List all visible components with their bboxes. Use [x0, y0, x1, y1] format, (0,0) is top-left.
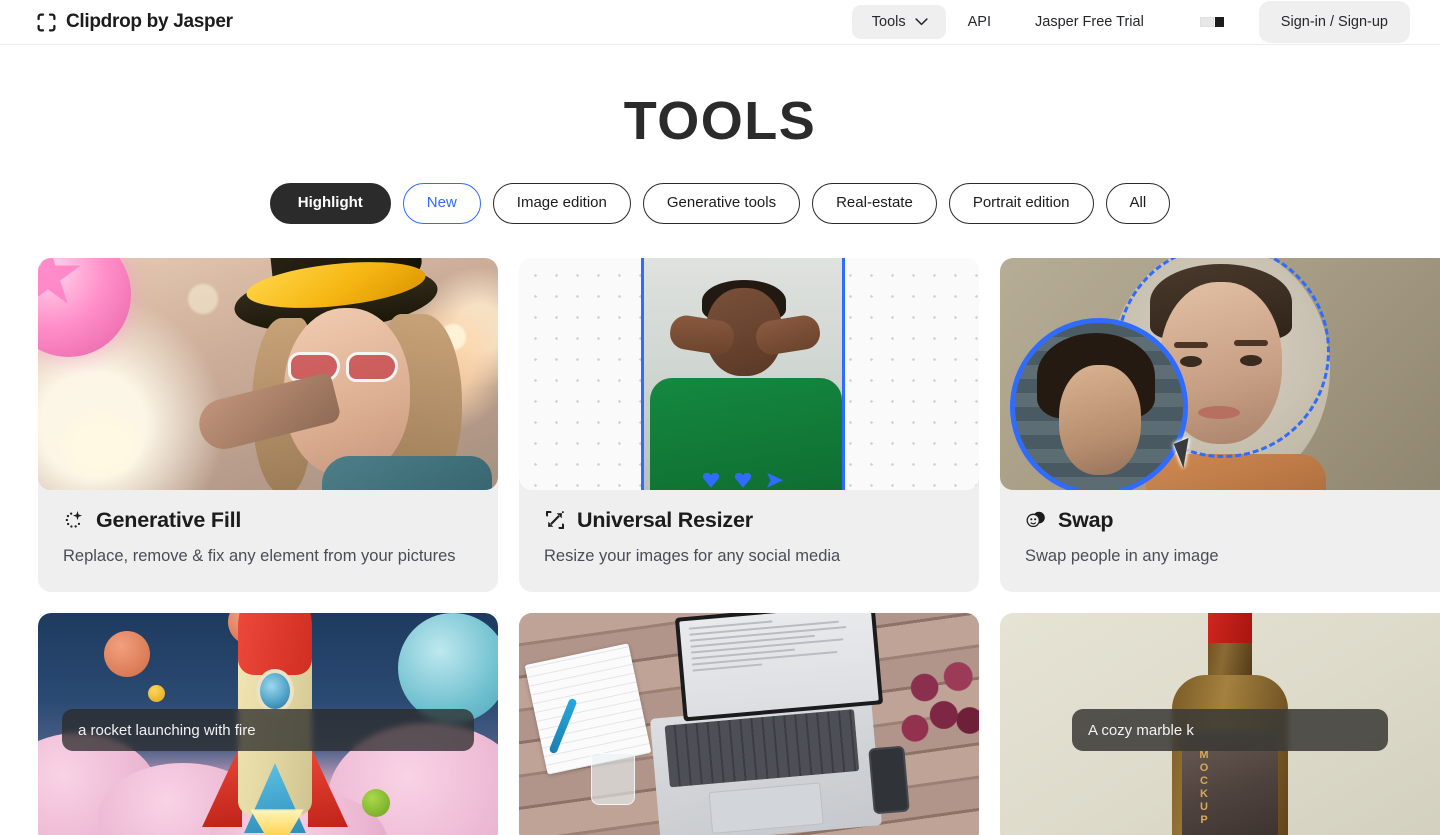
tool-card-title: Universal Resizer — [577, 507, 753, 532]
tool-card-generative-fill[interactable]: Generative Fill Replace, remove & fix an… — [38, 257, 498, 593]
tool-card-title-row: Universal Resizer — [544, 508, 954, 533]
tool-card-image-swap — [1000, 257, 1440, 490]
frame-brackets-icon — [37, 12, 56, 32]
filter-pill-highlight[interactable]: Highlight — [269, 183, 391, 224]
prompt-text: a rocket launching with fire — [78, 721, 256, 739]
tool-card-image-generative-fill — [38, 257, 498, 490]
nav-tools-label: Tools — [871, 14, 906, 30]
artwork-swap — [1000, 257, 1440, 490]
tool-card-title-row: Swap — [1025, 508, 1435, 533]
tool-card-text-to-image[interactable]: a rocket launching with fire — [38, 613, 498, 835]
brand-name: Clipdrop by Jasper — [66, 11, 233, 32]
filter-pill-image-edition[interactable]: Image edition — [492, 183, 631, 224]
sign-in-sign-up-button[interactable]: Sign-in / Sign-up — [1258, 1, 1410, 43]
face-swap-icon — [1026, 512, 1045, 528]
filter-pill-group: Highlight New Image edition Generative t… — [0, 183, 1440, 224]
app-header: Clipdrop by Jasper Tools API Jasper Free… — [0, 0, 1440, 45]
nav-jasper-free-trial-link[interactable]: Jasper Free Trial — [1013, 5, 1166, 39]
tool-card-description: Replace, remove & fix any element from y… — [63, 546, 456, 565]
tool-card-image-cleanup-desk — [519, 613, 979, 835]
tool-card-universal-resizer[interactable]: Universal Resizer Resize your images for… — [519, 257, 979, 593]
tool-card-title-row: Generative Fill — [63, 508, 473, 533]
page-title: TOOLS — [623, 91, 817, 151]
tool-card-body-swap: Swap Swap people in any image — [1000, 490, 1440, 592]
tool-card-body-generative-fill: Generative Fill Replace, remove & fix an… — [38, 490, 498, 592]
chevron-down-icon — [915, 18, 928, 26]
language-swatch-light — [1199, 17, 1214, 27]
filter-pill-portrait-edition[interactable]: Portrait edition — [948, 183, 1094, 224]
tool-card-description: Swap people in any image — [1025, 546, 1219, 565]
send-icon — [767, 472, 783, 488]
brand-logo[interactable]: Clipdrop by Jasper — [36, 11, 233, 33]
filter-pill-real-estate[interactable]: Real-estate — [812, 183, 937, 224]
bottle-label-text: MOCKUP — [1198, 749, 1210, 828]
tool-card-description: Resize your images for any social media — [544, 546, 841, 565]
artwork-rocket: a rocket launching with fire — [38, 613, 498, 835]
artwork-universal-resizer — [519, 257, 979, 490]
social-icons — [644, 472, 842, 488]
language-selector-icon[interactable] — [1199, 16, 1225, 28]
swap-source-selection — [1010, 317, 1188, 490]
heart-icon — [703, 472, 719, 488]
tools-grid: Generative Fill Replace, remove & fix an… — [0, 257, 1440, 835]
tool-card-title: Swap — [1058, 507, 1114, 532]
heart-icon — [735, 472, 751, 488]
filter-pill-new[interactable]: New — [402, 183, 481, 224]
sparkle-dotted-circle-icon — [65, 511, 83, 528]
nav-tools-dropdown[interactable]: Tools — [851, 5, 946, 39]
tool-card-title: Generative Fill — [96, 507, 242, 532]
tool-card-image-text-to-image: a rocket launching with fire — [38, 613, 498, 835]
prompt-overlay-bar[interactable]: a rocket launching with fire — [62, 709, 474, 752]
prompt-text: A cozy marble k — [1088, 721, 1194, 739]
filter-pill-all[interactable]: All — [1105, 183, 1171, 224]
artwork-generative-fill — [38, 257, 498, 490]
prompt-overlay-bar[interactable]: A cozy marble k — [1072, 709, 1388, 752]
artwork-desk — [519, 613, 979, 835]
filter-pill-generative-tools[interactable]: Generative tools — [642, 183, 801, 224]
tool-card-product-photography[interactable]: MOCKUP A cozy marble k — [1000, 613, 1440, 835]
language-swatch-dark — [1213, 16, 1225, 28]
resize-arrows-icon — [545, 511, 565, 530]
tool-card-swap[interactable]: Swap Swap people in any image — [1000, 257, 1440, 593]
main-nav: Tools API Jasper Free Trial Sign-in / Si… — [851, 1, 1410, 43]
tool-card-body-universal-resizer: Universal Resizer Resize your images for… — [519, 490, 979, 592]
tool-card-image-universal-resizer — [519, 257, 979, 490]
tool-card-image-product-photography: MOCKUP A cozy marble k — [1000, 613, 1440, 835]
tool-card-cleanup-desk[interactable] — [519, 613, 979, 835]
nav-api-link[interactable]: API — [946, 5, 1013, 39]
artwork-bottle: MOCKUP A cozy marble k — [1000, 613, 1440, 835]
resize-frame — [641, 257, 845, 490]
